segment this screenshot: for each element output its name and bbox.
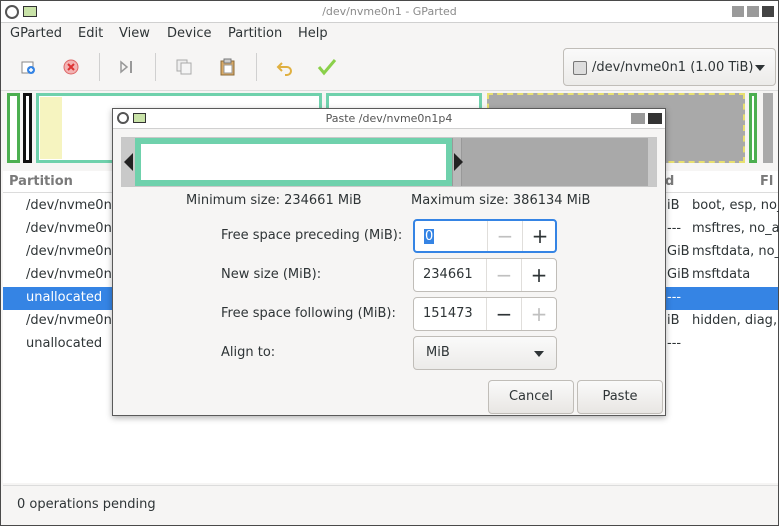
window-title: /dev/nvme0n1 - GParted <box>322 5 457 18</box>
menu-device[interactable]: Device <box>167 26 211 41</box>
partition-map-unallocated[interactable] <box>763 93 773 163</box>
menu-edit[interactable]: Edit <box>78 26 103 41</box>
status-text: 0 operations pending <box>17 497 156 512</box>
menu-help[interactable]: Help <box>298 26 328 41</box>
row-flags: msftdata <box>692 267 751 282</box>
menubar: GParted Edit View Device Partition Help <box>1 23 778 45</box>
partition-map-block[interactable] <box>23 93 32 163</box>
min-size-label: Minimum size: 234661 MiB <box>186 193 362 208</box>
resize-move-icon[interactable] <box>115 55 139 79</box>
chevron-down-icon <box>534 351 544 357</box>
following-input[interactable]: 151473 <box>423 306 473 321</box>
row-flags: msftdata, no_ <box>692 244 779 259</box>
dialog-titlebar: Paste /dev/nvme0n1p4 <box>113 109 665 129</box>
row-partition: unallocated <box>26 336 103 351</box>
paste-button[interactable]: Paste <box>577 380 663 414</box>
row-flags: boot, esp, no_ <box>692 198 779 213</box>
menu-view[interactable]: View <box>119 26 150 41</box>
partition-map-block[interactable] <box>7 93 20 163</box>
row-partition: /dev/nvme0n1 <box>26 267 121 282</box>
following-spinner[interactable]: 151473 − + <box>413 297 557 331</box>
copy-icon[interactable] <box>172 55 196 79</box>
new-icon[interactable] <box>16 55 40 79</box>
paste-dialog: Paste /dev/nvme0n1p4 Minimum size: 23466… <box>112 108 666 416</box>
disk-icon <box>573 61 587 75</box>
new-size-label: New size (MiB): <box>221 267 322 282</box>
minimize-icon[interactable] <box>732 6 744 17</box>
row-partition: unallocated <box>26 290 103 305</box>
align-label: Align to: <box>221 345 276 360</box>
cancel-button[interactable]: Cancel <box>488 380 574 414</box>
new-size-input[interactable]: 234661 <box>423 267 473 282</box>
close-icon[interactable] <box>762 6 774 17</box>
dialog-title: Paste /dev/nvme0n1p4 <box>325 112 453 125</box>
plus-icon[interactable]: + <box>522 221 557 251</box>
paste-icon[interactable] <box>216 55 240 79</box>
partition-resizer[interactable] <box>121 137 657 187</box>
maximize-icon[interactable] <box>631 113 645 124</box>
row-partition: /dev/nvme0n1 <box>26 221 121 236</box>
plus-icon[interactable]: + <box>521 298 556 330</box>
row-partition: /dev/nvme0n1 <box>26 244 121 259</box>
chevron-down-icon <box>755 65 765 71</box>
menu-partition[interactable]: Partition <box>228 26 282 41</box>
maximize-icon[interactable] <box>747 6 759 17</box>
preceding-spinner[interactable]: 0 − + <box>413 219 557 253</box>
plus-icon[interactable]: + <box>521 259 556 291</box>
minus-icon[interactable]: − <box>486 259 521 291</box>
row-flags: hidden, diag, <box>692 313 778 328</box>
minus-icon[interactable]: − <box>486 298 521 330</box>
column-size[interactable]: d <box>665 174 674 189</box>
window-titlebar: /dev/nvme0n1 - GParted <box>1 1 778 23</box>
align-select[interactable]: MiB <box>413 336 557 370</box>
resizer-partition[interactable] <box>135 138 452 186</box>
delete-icon[interactable] <box>59 55 83 79</box>
column-flags[interactable]: Fl <box>760 174 773 189</box>
partition-map-block[interactable] <box>749 93 757 163</box>
row-size: iB <box>667 198 680 213</box>
row-size: GiB <box>667 244 690 259</box>
menu-gparted[interactable]: GParted <box>10 26 62 41</box>
row-size: iB <box>667 313 680 328</box>
new-size-spinner[interactable]: 234661 − + <box>413 258 557 292</box>
align-value: MiB <box>426 345 450 360</box>
resize-left-handle-icon[interactable] <box>124 153 133 171</box>
device-selector[interactable]: /dev/nvme0n1 (1.00 TiB) <box>563 48 776 86</box>
device-label: /dev/nvme0n1 (1.00 TiB) <box>592 60 754 75</box>
row-size: GiB <box>667 267 690 282</box>
max-size-label: Maximum size: 386134 MiB <box>411 193 591 208</box>
row-size: --- <box>667 221 682 236</box>
minus-icon[interactable]: − <box>487 221 522 251</box>
row-flags: msftres, no_a <box>692 221 779 236</box>
following-label: Free space following (MiB): <box>221 306 396 321</box>
preceding-input[interactable]: 0 <box>424 229 435 244</box>
statusbar: 0 operations pending <box>3 485 778 523</box>
close-icon[interactable] <box>648 113 662 124</box>
apply-icon[interactable] <box>315 55 339 79</box>
row-size: --- <box>667 290 682 305</box>
row-partition: /dev/nvme0n1 <box>26 313 121 328</box>
column-partition[interactable]: Partition <box>9 174 73 189</box>
resize-right-handle-icon[interactable] <box>454 153 463 171</box>
row-partition: /dev/nvme0n1 <box>26 198 121 213</box>
preceding-label: Free space preceding (MiB): <box>221 228 403 243</box>
undo-icon[interactable] <box>273 55 297 79</box>
row-size: --- <box>667 336 682 351</box>
